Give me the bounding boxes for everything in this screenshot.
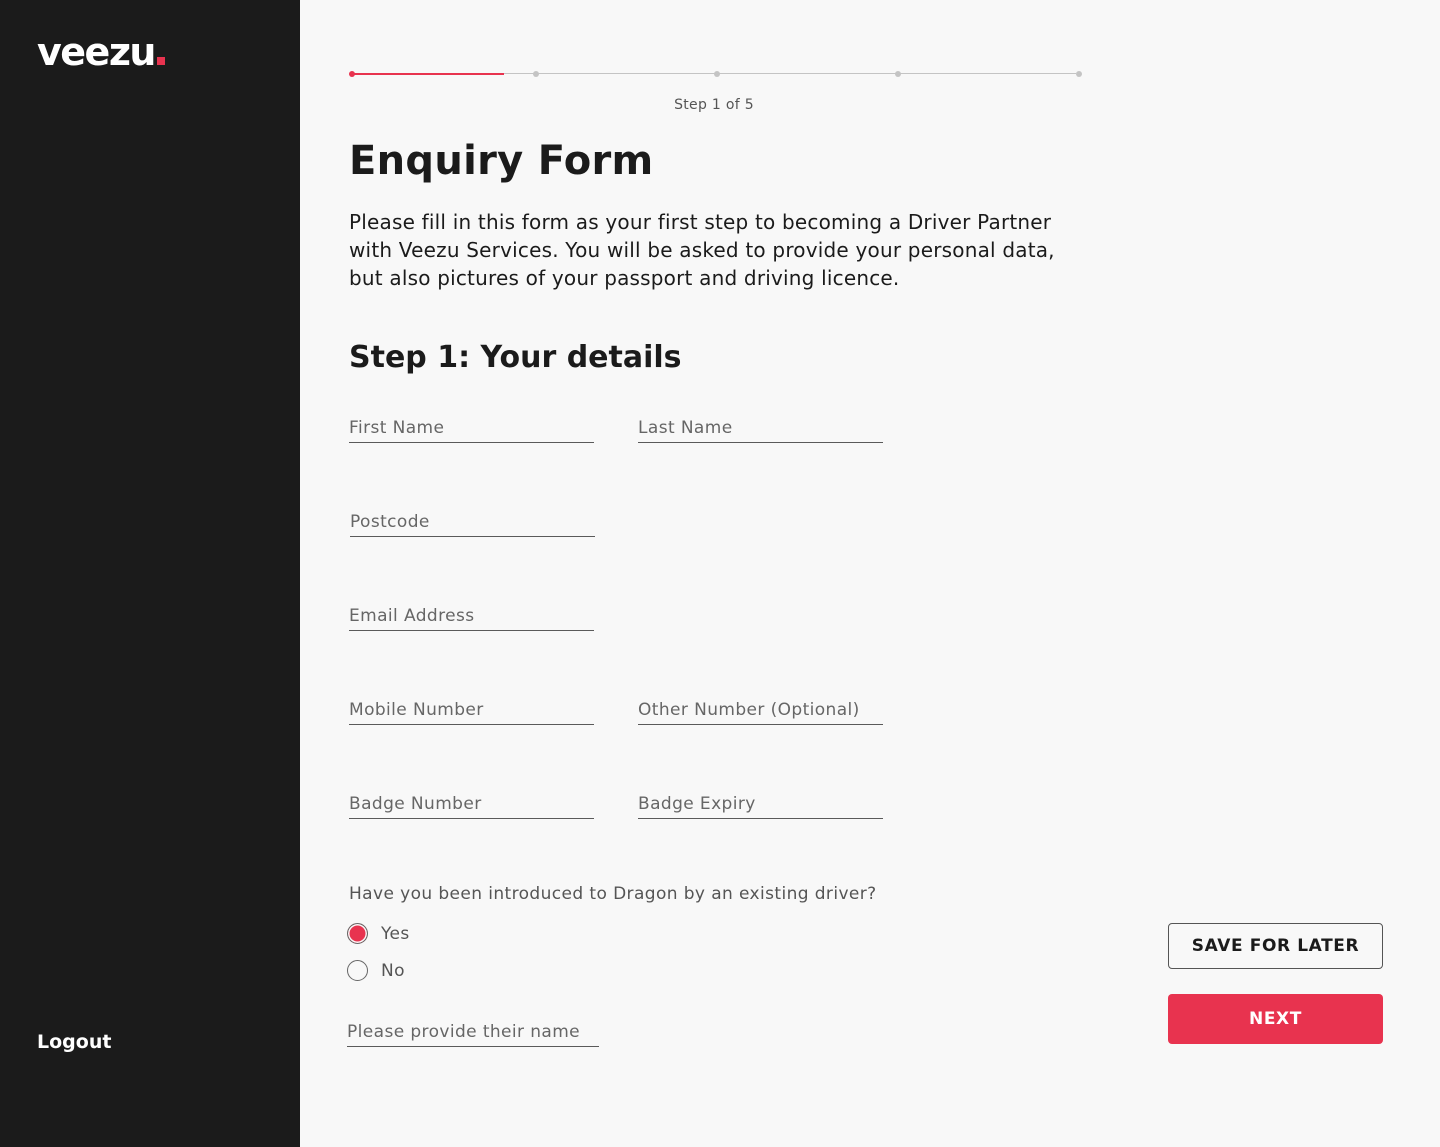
referral-question: Have you been introduced to Dragon by an…	[349, 884, 877, 904]
logout-link[interactable]: Logout	[37, 1031, 111, 1053]
first-name-input[interactable]	[349, 409, 594, 442]
badge-number-input[interactable]	[349, 785, 594, 818]
last-name-field	[638, 409, 883, 443]
progress-step-dot-4	[895, 71, 901, 77]
progress-step-dot-5	[1076, 71, 1082, 77]
radio-option-no[interactable]: No	[347, 960, 405, 981]
radio-label-yes: Yes	[381, 923, 410, 944]
save-for-later-button[interactable]: SAVE FOR LATER	[1168, 923, 1383, 969]
postcode-input[interactable]	[350, 503, 595, 536]
badge-expiry-input[interactable]	[638, 785, 883, 818]
intro-text: Please fill in this form as your first s…	[349, 210, 1055, 290]
email-input[interactable]	[349, 597, 594, 630]
last-name-input[interactable]	[638, 409, 883, 442]
other-number-input[interactable]	[638, 691, 883, 724]
first-name-field	[349, 409, 594, 443]
mobile-number-field	[349, 691, 594, 725]
logo-dot-icon	[157, 57, 165, 65]
referrer-name-field	[347, 1013, 599, 1047]
section-title: Step 1: Your details	[349, 340, 682, 375]
badge-number-field	[349, 785, 594, 819]
progress-step-dot-1	[349, 71, 355, 77]
next-button[interactable]: NEXT	[1168, 994, 1383, 1044]
veezu-logo[interactable]: veezu	[37, 30, 165, 74]
progress-stepper	[349, 70, 1082, 78]
radio-option-yes[interactable]: Yes	[347, 923, 410, 944]
mobile-number-input[interactable]	[349, 691, 594, 724]
radio-label-no: No	[381, 960, 405, 981]
progress-fill	[352, 73, 505, 75]
referrer-name-input[interactable]	[347, 1013, 599, 1046]
other-number-field	[638, 691, 883, 725]
postcode-field	[350, 503, 595, 537]
sidebar: veezu Logout	[0, 0, 300, 1147]
radio-checked-icon[interactable]	[347, 923, 368, 944]
radio-unchecked-icon[interactable]	[347, 960, 368, 981]
progress-step-dot-2	[533, 71, 539, 77]
step-indicator: Step 1 of 5	[674, 97, 754, 113]
page-title: Enquiry Form	[349, 138, 654, 184]
logo-text: veezu	[37, 30, 157, 74]
progress-step-dot-3	[714, 71, 720, 77]
email-field	[349, 597, 594, 631]
badge-expiry-field	[638, 785, 883, 819]
